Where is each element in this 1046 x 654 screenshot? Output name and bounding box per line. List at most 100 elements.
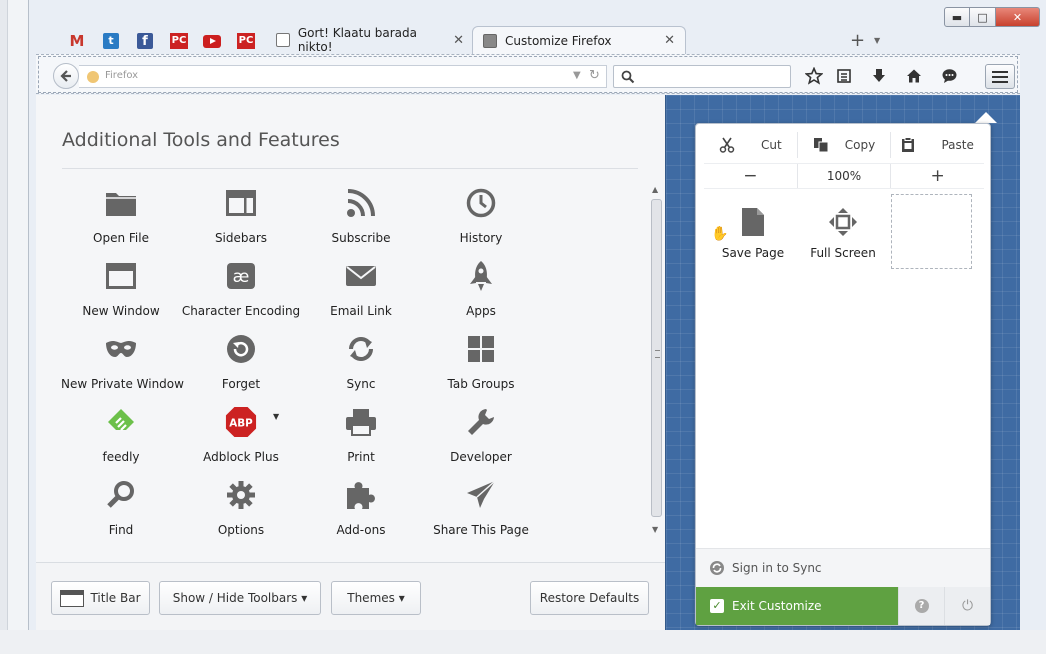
pinned-tab-youtube[interactable] <box>201 30 223 52</box>
scroll-grip <box>655 350 660 358</box>
zoom-controls: − 100% + <box>704 163 984 189</box>
themes-button[interactable]: Themes ▾ <box>331 581 421 615</box>
title-bar-toggle-button[interactable]: Title Bar <box>51 581 150 615</box>
item-label: Options <box>217 523 265 537</box>
maximize-button[interactable]: □ <box>970 7 996 27</box>
item-label: New Window <box>82 304 160 318</box>
palette-scrollbar[interactable]: ▲ ▼ <box>650 183 664 539</box>
tab-gort[interactable]: Gort! Klaatu barada nikto! ✕ <box>266 26 474 54</box>
new-tab-button[interactable]: + <box>850 30 865 51</box>
palette-item-feedly[interactable]: feedly <box>61 406 181 466</box>
bookmark-star-button[interactable] <box>803 65 825 87</box>
palette-item-new-window[interactable]: New Window <box>61 260 181 320</box>
search-bar[interactable] <box>613 65 791 88</box>
adblock-dropdown-icon[interactable]: ▼ <box>273 412 279 421</box>
empty-drop-slot[interactable] <box>891 194 972 269</box>
scroll-down-icon[interactable]: ▼ <box>652 525 658 534</box>
palette-item-character-encoding[interactable]: æ Character Encoding <box>181 260 301 320</box>
open-menu-button[interactable] <box>985 64 1015 89</box>
window-controls: ▬ □ ✕ <box>944 7 1042 27</box>
palette-item-add-ons[interactable]: Add-ons <box>301 479 421 539</box>
palette-item-history[interactable]: History <box>421 187 541 247</box>
button-label: Restore Defaults <box>539 591 640 605</box>
scroll-thumb[interactable] <box>651 199 662 517</box>
scroll-up-icon[interactable]: ▲ <box>652 185 658 194</box>
panel-item-save-page[interactable]: Save Page <box>708 206 798 266</box>
checkmark-icon: ✓ <box>710 599 724 613</box>
reload-icon[interactable]: ↻ <box>589 68 600 83</box>
item-label: Sidebars <box>214 231 268 245</box>
page-icon <box>737 206 769 238</box>
palette-item-open-file[interactable]: Open File <box>61 187 181 247</box>
customize-favicon-icon <box>483 33 497 48</box>
tab-close-icon[interactable]: ✕ <box>453 33 464 48</box>
encoding-icon: æ <box>225 260 257 292</box>
pinned-tab-facebook[interactable]: f <box>134 30 156 52</box>
back-button[interactable] <box>53 63 79 89</box>
item-label: New Private Window <box>61 377 184 391</box>
window-icon <box>105 260 137 292</box>
zoom-reset-button[interactable]: 100% <box>796 164 891 188</box>
palette-item-email-link[interactable]: Email Link <box>301 260 421 320</box>
palette-item-tab-groups[interactable]: Tab Groups <box>421 333 541 393</box>
rocket-icon <box>465 260 497 292</box>
tab-close-icon[interactable]: ✕ <box>664 33 675 48</box>
url-dropdown-icon[interactable]: ▼ <box>573 70 581 81</box>
palette-item-adblock-plus[interactable]: ABP ▼ Adblock Plus <box>181 406 301 466</box>
show-hide-toolbars-button[interactable]: Show / Hide Toolbars ▾ <box>159 581 321 615</box>
forget-icon <box>225 333 257 365</box>
sign-in-to-sync-button[interactable]: Sign in to Sync <box>696 548 990 587</box>
url-text: Firefox <box>105 70 139 81</box>
palette-item-sidebars[interactable]: Sidebars <box>181 187 301 247</box>
power-icon: ⏻ <box>961 598 974 614</box>
abp-text: ABP <box>229 418 253 430</box>
close-window-button[interactable]: ✕ <box>996 7 1040 27</box>
bookmarks-menu-button[interactable] <box>833 65 855 87</box>
printer-icon <box>345 406 377 438</box>
social-chat-button[interactable] <box>938 65 960 87</box>
palette-item-options[interactable]: Options <box>181 479 301 539</box>
edit-controls: Cut Copy Paste <box>704 132 984 158</box>
toolbar-drop-area: Firefox ▼ ↻ <box>38 56 1018 93</box>
copy-button[interactable]: Copy <box>796 132 891 158</box>
palette-item-find[interactable]: Find <box>61 479 181 539</box>
pinned-tab-gmail[interactable]: M <box>66 30 88 52</box>
help-button[interactable]: ? <box>898 587 944 625</box>
back-arrow-icon <box>60 70 71 82</box>
paste-button[interactable]: Paste <box>890 132 984 158</box>
list-all-tabs-button[interactable]: ▼ <box>874 36 880 45</box>
chat-bubble-icon <box>942 69 956 83</box>
zoom-out-button[interactable]: − <box>704 164 797 188</box>
restore-defaults-button[interactable]: Restore Defaults <box>530 581 649 615</box>
palette-item-forget[interactable]: Forget <box>181 333 301 393</box>
panel-item-full-screen[interactable]: Full Screen <box>798 206 888 266</box>
palette-item-new-private-window[interactable]: New Private Window <box>61 333 184 393</box>
tab-customize-firefox[interactable]: Customize Firefox ✕ <box>472 26 686 54</box>
desktop-left-edge <box>0 0 8 654</box>
home-button[interactable] <box>903 65 925 87</box>
panel-footer: ✓ Exit Customize ? ⏻ <box>696 587 990 625</box>
minimize-button[interactable]: ▬ <box>944 7 970 27</box>
divider <box>62 168 638 169</box>
palette-title: Additional Tools and Features <box>62 129 340 151</box>
palette-item-share-this-page[interactable]: Share This Page <box>421 479 541 539</box>
cut-button[interactable]: Cut <box>704 132 797 158</box>
palette-item-developer[interactable]: Developer <box>421 406 541 466</box>
palette-item-sync[interactable]: Sync <box>301 333 421 393</box>
pinned-tab-pcmag[interactable]: PC <box>168 30 190 52</box>
zoom-in-button[interactable]: + <box>890 164 984 188</box>
tab-title: Customize Firefox <box>505 33 612 48</box>
palette-item-subscribe[interactable]: Subscribe <box>301 187 421 247</box>
sync-small-icon <box>710 561 724 575</box>
url-bar[interactable]: Firefox ▼ ↻ <box>79 65 607 88</box>
home-icon <box>907 69 921 83</box>
palette-item-apps[interactable]: Apps <box>421 260 541 320</box>
item-label: Print <box>347 450 375 464</box>
pinned-tab-twitter[interactable]: t <box>100 30 122 52</box>
quit-button[interactable]: ⏻ <box>944 587 990 625</box>
downloads-button[interactable] <box>868 65 890 87</box>
exit-customize-button[interactable]: ✓ Exit Customize <box>696 587 898 625</box>
pinned-tab-pcmag-2[interactable]: PC <box>235 30 257 52</box>
palette-item-print[interactable]: Print <box>301 406 421 466</box>
tab-groups-icon <box>465 333 497 365</box>
